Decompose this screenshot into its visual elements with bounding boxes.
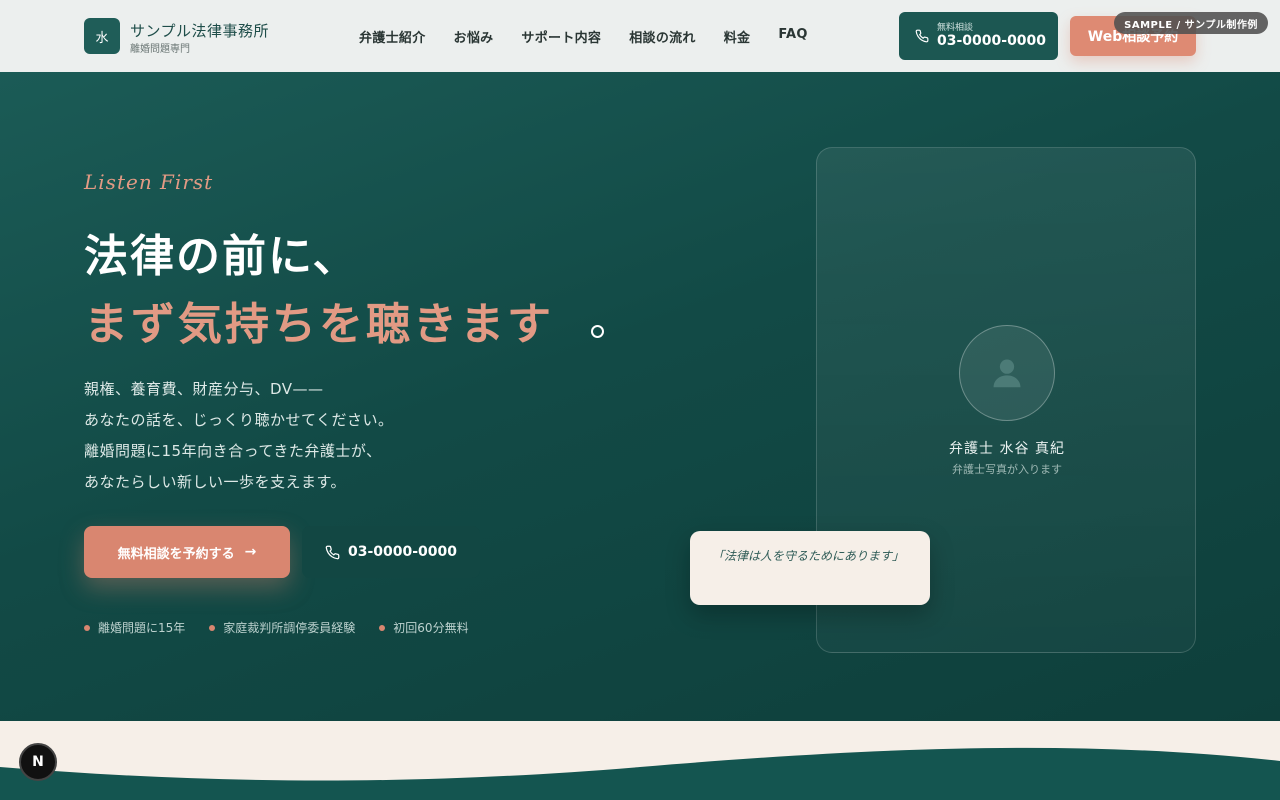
feature-label: 離婚問題に15年: [98, 621, 186, 635]
bullet-dot: [209, 624, 216, 631]
arrow-right-icon: →: [244, 544, 257, 560]
nav-item-flow[interactable]: 相談の流れ: [629, 27, 696, 46]
hero-title-line1: 法律の前に、: [84, 231, 359, 282]
header-tel-number: 03-0000-0000: [937, 33, 1047, 49]
hero-eyebrow: Listen First: [84, 170, 214, 194]
site-header: 水 サンプル法律事務所 離婚問題専門 弁護士紹介 お悩み サポート内容 相談の流…: [0, 0, 1280, 72]
feature-item: 離婚問題に15年: [84, 619, 185, 636]
quote-card: 「法律は人を守るためにあります」: [690, 531, 930, 605]
photo-placeholder-note: 弁護士写真が入ります: [952, 463, 1062, 476]
lawyer-name: 弁護士 水谷 真紀: [949, 441, 1065, 457]
header-tel-button[interactable]: 無料相談 03-0000-0000: [899, 12, 1058, 60]
main-nav: 弁護士紹介 お悩み サポート内容 相談の流れ 料金 FAQ: [359, 27, 808, 46]
reserve-consultation-label: 無料相談を予約する: [117, 546, 235, 562]
bullet-dot: [379, 624, 386, 631]
logo-subtitle: 離婚問題専門: [130, 44, 190, 55]
person-icon: [993, 359, 1021, 388]
phone-icon: [915, 29, 929, 43]
logo-name[interactable]: サンプル法律事務所: [130, 20, 269, 41]
nav-item-faq[interactable]: FAQ: [778, 27, 807, 46]
feature-list: 離婚問題に15年 家庭裁判所調停委員経験 初回60分無料: [84, 619, 469, 636]
title-period-dot: [591, 325, 604, 338]
lead-line: あなたらしい新しい一歩を支えます。: [84, 473, 347, 491]
lead-line: 親権、養育費、財産分与、DV——: [84, 380, 324, 398]
reserve-consultation-button[interactable]: 無料相談を予約する →: [84, 526, 290, 578]
bullet-dot: [84, 624, 90, 631]
phone-icon: [325, 545, 340, 559]
hero-tel-button[interactable]: 03-0000-0000: [302, 526, 480, 578]
avatar: [959, 325, 1055, 421]
nav-item-fees[interactable]: 料金: [724, 27, 751, 46]
hero-lead: 親権、養育費、財産分与、DV—— あなたの話を、じっくり聴かせてください。 離婚…: [84, 374, 394, 498]
feature-label: 家庭裁判所調停委員経験: [223, 621, 356, 635]
nav-item-concerns[interactable]: お悩み: [454, 27, 494, 46]
lead-line: あなたの話を、じっくり聴かせてください。: [84, 411, 394, 429]
nav-item-lawyer[interactable]: 弁護士紹介: [359, 27, 426, 46]
dev-tools-badge[interactable]: N: [19, 743, 57, 781]
lead-line: 離婚問題に15年向き合ってきた弁護士が、: [84, 442, 382, 460]
sample-badge: SAMPLE / サンプル制作例: [1114, 12, 1268, 34]
header-tel-label: 無料相談: [937, 23, 974, 33]
hero-section: Listen First 法律の前に、 まず気持ちを聴きます 親権、養育費、財産…: [0, 72, 1280, 721]
feature-label: 初回60分無料: [393, 621, 469, 635]
logo-mark[interactable]: 水: [84, 18, 120, 54]
section-divider-wave: [0, 721, 1280, 800]
nav-item-support[interactable]: サポート内容: [521, 27, 601, 46]
feature-item: 家庭裁判所調停委員経験: [209, 619, 355, 636]
hero-title-line2: まず気持ちを聴きます: [84, 299, 554, 350]
hero-tel-number: 03-0000-0000: [347, 544, 458, 560]
feature-item: 初回60分無料: [379, 619, 469, 636]
